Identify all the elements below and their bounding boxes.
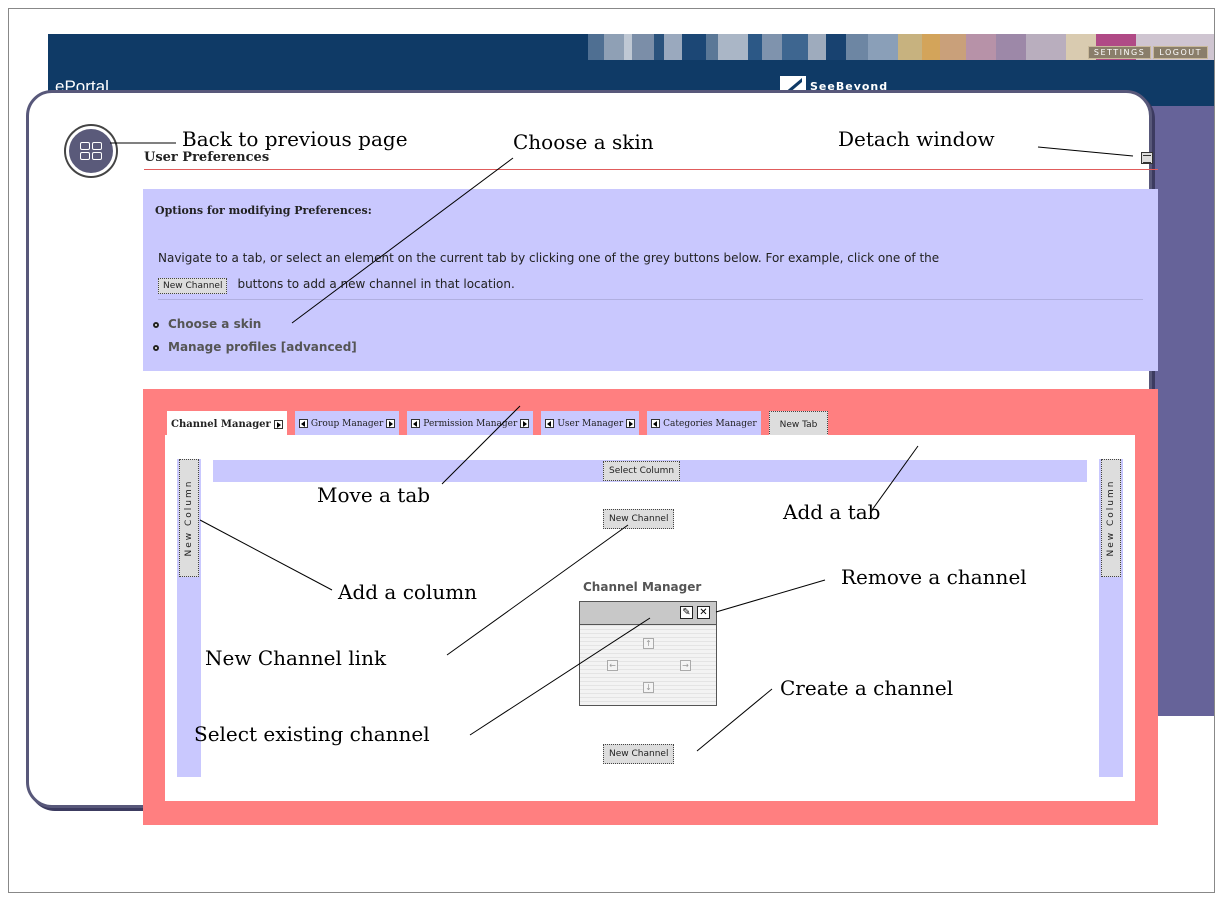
detach-callout-line: [1037, 146, 1134, 157]
skin-callout-line: [291, 157, 514, 324]
select-existing-callout-line: [469, 617, 651, 736]
callout-select-existing: Select existing channel: [194, 722, 430, 746]
callout-add-tab: Add a tab: [783, 500, 881, 524]
callout-add-column: Add a column: [338, 580, 478, 604]
move-tab-callout-line: [441, 405, 521, 485]
callout-create-channel: Create a channel: [780, 676, 954, 700]
callout-choose-skin: Choose a skin: [513, 130, 654, 154]
create-channel-callout-line: [696, 688, 773, 752]
remove-channel-callout-line: [715, 579, 826, 613]
callout-detach: Detach window: [838, 127, 995, 151]
callout-remove-channel: Remove a channel: [841, 565, 1027, 589]
add-column-callout-line: [199, 519, 333, 591]
callout-move-tab: Move a tab: [317, 483, 431, 507]
callout-new-channel-link: New Channel link: [205, 646, 387, 670]
callout-back: Back to previous page: [182, 127, 408, 151]
